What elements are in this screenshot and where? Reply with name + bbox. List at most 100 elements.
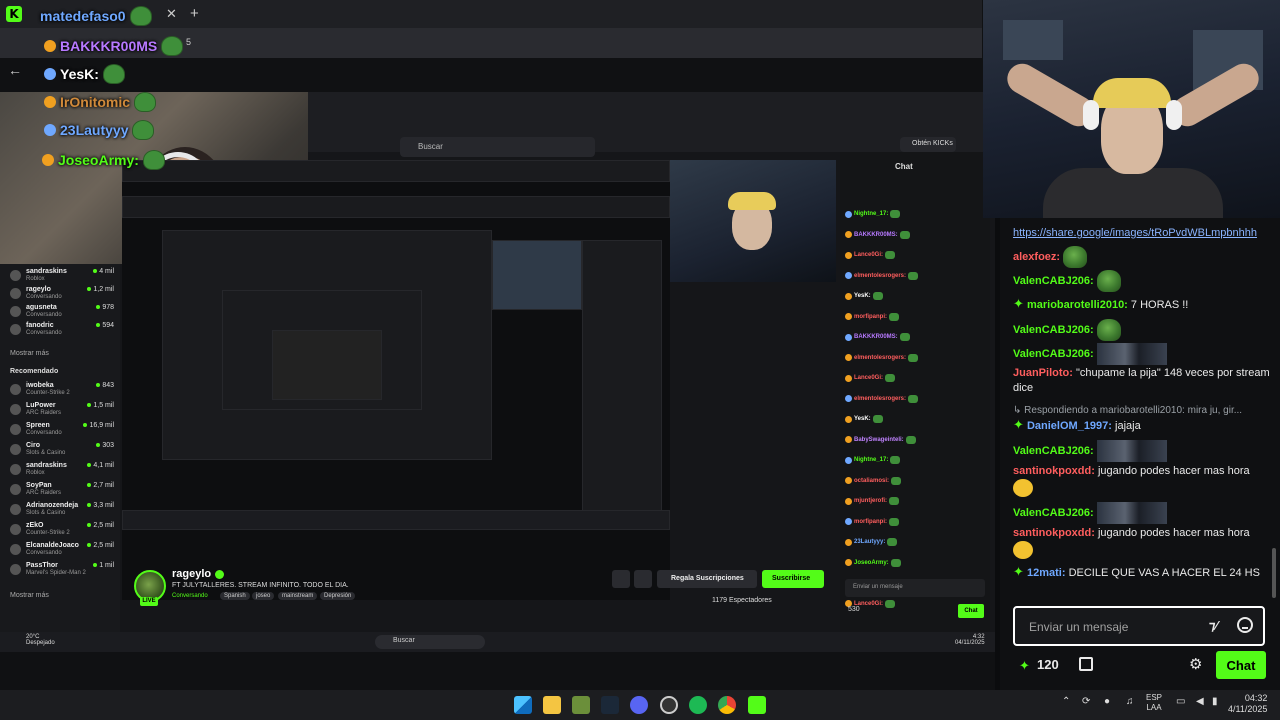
chat-username[interactable]: mariobarotelli2010:	[1027, 299, 1128, 311]
channel-avatar	[10, 564, 21, 575]
chat-username[interactable]: ValenCABJ206:	[1013, 324, 1094, 336]
chat-link[interactable]: https://share.google/images/tRoPvdWBLmpb…	[1013, 227, 1257, 239]
inner-chat-username: octaliamosi:	[854, 477, 890, 484]
sub-badge-icon: ✦	[1013, 417, 1024, 432]
channel-avatar	[10, 484, 21, 495]
chat-username[interactable]: santinokpoxdd:	[1013, 527, 1095, 539]
rv-bar	[122, 196, 670, 218]
inner-chat-username: BAKKKR00MS:	[854, 334, 898, 340]
badge-icon	[845, 231, 852, 238]
network-icon[interactable]: ▭	[1176, 696, 1185, 707]
windows-start-icon[interactable]	[514, 696, 532, 714]
inner-chat-username: Nightne_17:	[854, 457, 889, 463]
overlay-username: matedefaso0	[40, 8, 126, 24]
bell-icon	[612, 570, 630, 588]
chat-username[interactable]: ValenCABJ206:	[1013, 445, 1094, 457]
steam-icon[interactable]	[601, 696, 619, 714]
inner-chat-line: Lance0Gi:	[845, 374, 985, 384]
chat-username[interactable]: DanielOM_1997:	[1027, 420, 1112, 432]
inner-chat-title: Chat	[895, 162, 913, 171]
live-dot-icon	[93, 563, 98, 567]
live-dot-icon	[96, 305, 101, 309]
heart-icon	[634, 570, 652, 588]
tray-app-icon[interactable]: ●	[1104, 696, 1110, 707]
volume-icon[interactable]: ◀	[1196, 696, 1204, 707]
settings-gear-icon[interactable]: ⚙	[1189, 655, 1202, 673]
channel-name: Ciro	[26, 442, 40, 449]
chat-message: ValenCABJ206:	[1013, 343, 1273, 365]
quick-emote-icon[interactable]: ⁊∕	[1209, 618, 1218, 634]
stream-video[interactable]: K ✕ + ← 5 Buscar Obtén KICKs sandraskins…	[0, 0, 995, 690]
tray-sync-icon[interactable]: ⟳	[1082, 696, 1090, 707]
badge-icon	[845, 436, 852, 443]
inner-chat-line: YesK:	[845, 415, 985, 425]
badge-icon	[845, 518, 852, 525]
live-dot-icon	[87, 543, 92, 547]
inner-chat-line: 23Lautyyy:	[845, 538, 985, 548]
chat-username[interactable]: 12mati:	[1027, 567, 1066, 579]
chat-input-box[interactable]: ⁊∕	[1013, 606, 1265, 646]
language-indicator[interactable]: ESP LAA	[1146, 693, 1162, 713]
pepe-emote-icon	[1096, 319, 1121, 341]
tray-mic-icon[interactable]: ♫	[1126, 696, 1134, 707]
emoji-icon[interactable]	[1237, 617, 1253, 633]
viewer-count: 2,5 mil	[87, 522, 114, 529]
show-more-link: Mostrar más	[10, 350, 49, 357]
chat-messages[interactable]: https://share.google/images/tRoPvdWBLmpb…	[1000, 218, 1280, 598]
chat-message: ✦ DanielOM_1997: jajaja	[1013, 417, 1273, 434]
image-emote-icon	[1096, 440, 1167, 462]
chat-username[interactable]: ValenCABJ206:	[1013, 348, 1094, 360]
channel-name: SoyPan	[26, 482, 52, 489]
nested-streamer-hat	[728, 192, 776, 210]
pepe-emote-icon	[891, 476, 902, 485]
pepe-emote-icon	[1096, 270, 1121, 292]
obs-icon[interactable]	[660, 696, 678, 714]
inner-sidebar-channel: zEkO Counter-Strike 2 2,5 mil	[10, 522, 120, 540]
file-explorer-icon[interactable]	[543, 696, 561, 714]
viewer-count: 4,1 mil	[87, 462, 114, 469]
live-dot-icon	[87, 463, 92, 467]
store-icon[interactable]	[1079, 657, 1093, 671]
kick-app-icon[interactable]	[748, 696, 766, 714]
pepe-emote-icon	[890, 210, 901, 218]
live-dot-icon	[96, 323, 101, 327]
badge-icon	[845, 272, 852, 279]
chat-username[interactable]: ValenCABJ206:	[1013, 507, 1094, 519]
discord-icon[interactable]	[630, 696, 648, 714]
chat-message-input[interactable]	[1029, 617, 1199, 637]
sub-badge-icon: ✦	[1013, 564, 1024, 579]
rv-cam	[492, 240, 582, 310]
minecraft-icon[interactable]	[572, 696, 590, 714]
stream-overlay-chat: matedefaso0 BAKKKR00MS YesK: IrOnitomic 23La…	[0, 0, 330, 170]
channel-name: zEkO	[26, 522, 44, 529]
inner-chat-username: 23Lautyyy:	[854, 539, 886, 545]
inner-chat-line: BabySwageinteli:	[845, 435, 985, 446]
channel-avatar	[10, 324, 21, 335]
inner-sidebar-channel: sandraskins Roblox 4 mil	[10, 268, 120, 286]
live-dot-icon	[96, 443, 101, 447]
chat-username[interactable]: ValenCABJ206:	[1013, 275, 1094, 287]
streamer-webcam	[983, 0, 1280, 218]
pepe-emote-icon	[887, 538, 898, 546]
tag-depresion: Depresión	[320, 592, 356, 600]
system-clock[interactable]: 04:32 4/11/2025	[1228, 693, 1267, 715]
tag-spanish: Spanish	[220, 592, 250, 600]
badge-icon	[845, 374, 852, 382]
channel-avatar	[10, 424, 21, 435]
badge-icon	[42, 154, 54, 166]
inner-chat-username: Lance0Gi:	[854, 252, 884, 258]
chat-message: ValenCABJ206:	[1013, 440, 1273, 462]
chrome-icon[interactable]	[718, 696, 736, 714]
chat-scrollbar[interactable]	[1272, 548, 1276, 598]
channel-name: iwobeka	[26, 382, 54, 389]
spotify-icon[interactable]	[689, 696, 707, 714]
chat-username[interactable]: JuanPiloto:	[1013, 367, 1073, 379]
chat-send-button[interactable]: Chat	[1216, 651, 1266, 679]
battery-icon[interactable]: ▮	[1212, 696, 1218, 707]
tray-chevron-icon[interactable]: ⌃	[1062, 696, 1070, 707]
badge-icon	[845, 210, 852, 218]
inner-taskbar: 20°C Despejado Buscar 4:32 04/11/2025	[0, 632, 995, 652]
points-icon[interactable]: ✦	[1019, 658, 1033, 673]
chat-username[interactable]: santinokpoxdd:	[1013, 465, 1095, 477]
chat-username[interactable]: alexfoez:	[1013, 251, 1060, 263]
